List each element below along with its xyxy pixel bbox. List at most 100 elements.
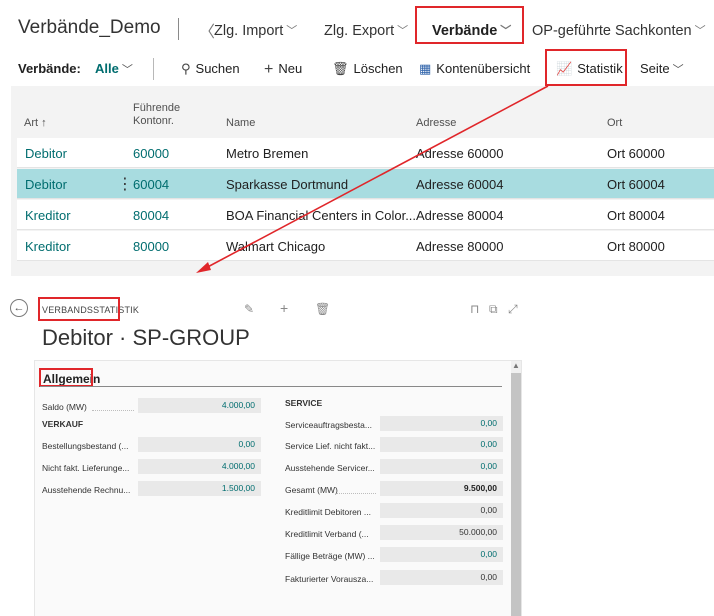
column-header-konto[interactable]: Führende Kontonr. xyxy=(133,102,180,128)
column-header-konto-line1: Führende xyxy=(133,102,181,114)
filter-label: Verbände: xyxy=(18,61,81,76)
plus-icon: + xyxy=(264,61,274,78)
cell-name: Sparkasse Dortmund xyxy=(226,177,349,192)
highlight-box-allgemein xyxy=(39,368,93,387)
highlight-box-caption xyxy=(38,297,120,321)
cell-ort: Ort 60004 xyxy=(607,177,665,192)
cell-konto[interactable]: 60000 xyxy=(133,146,169,161)
field-value[interactable]: 0,00 xyxy=(380,459,503,474)
search-button[interactable]: ⚲ Suchen xyxy=(181,61,240,77)
field-dots xyxy=(92,410,134,411)
row-actions-icon[interactable]: ⋮ xyxy=(117,174,133,194)
table-row[interactable]: Kreditor 80000 Walmart Chicago Adresse 8… xyxy=(17,231,714,261)
section-header-service: SERVICE xyxy=(285,398,323,408)
back-arrow-icon[interactable]: ← xyxy=(10,299,28,317)
page-menu-button[interactable]: Seite ﹀ xyxy=(640,61,684,77)
cell-ort: Ort 60000 xyxy=(607,146,665,161)
cell-ort: Ort 80004 xyxy=(607,208,665,223)
field-label: Fällige Beträge (MW) ... xyxy=(285,551,375,561)
column-header-adresse[interactable]: Adresse xyxy=(416,117,456,130)
cell-adresse: Adresse 60000 xyxy=(416,146,504,161)
new-button[interactable]: + Neu xyxy=(264,61,302,79)
field-value-total: 9.500,00 xyxy=(380,481,503,496)
field-label: Kreditlimit Debitoren ... xyxy=(285,507,371,517)
cell-art[interactable]: Kreditor xyxy=(25,239,71,254)
scrollbar[interactable]: ▲ xyxy=(511,361,521,616)
field-label: Ausstehende Servicer... xyxy=(285,463,375,473)
statistics-card: ← VERBANDSSTATISTIK ✎ + 🗑 ⊓ ⧉ ⤢ Debitor … xyxy=(0,289,714,616)
column-header-ort[interactable]: Ort xyxy=(607,117,622,130)
grid-header: Art ↑ Führende Kontonr. Name Adresse Ort xyxy=(11,86,714,136)
list-page: Verbände_Demo 〈 Zlg. Import ﹀ Zlg. Export… xyxy=(0,0,714,276)
card-title: Debitor · SP-GROUP xyxy=(42,325,250,350)
delete-button[interactable]: 🗑 Löschen xyxy=(332,61,403,77)
field-value[interactable]: 4.000,00 xyxy=(138,459,261,474)
filter-label-text: Verbände: xyxy=(18,61,81,76)
filter-dropdown[interactable]: Alle ﹀ xyxy=(95,61,133,77)
cell-name: BOA Financial Centers in Color... xyxy=(226,208,417,223)
cell-ort: Ort 80000 xyxy=(607,239,665,254)
field-value: 0,00 xyxy=(380,570,503,585)
scrollbar-thumb[interactable] xyxy=(511,373,521,616)
chevron-down-icon: ﹀ xyxy=(286,25,298,37)
nav-item-label: Zlg. Import xyxy=(214,23,284,39)
cell-art[interactable]: Debitor xyxy=(25,177,67,192)
field-value-saldo[interactable]: 4.000,00 xyxy=(138,398,261,413)
cell-konto[interactable]: 80000 xyxy=(133,239,169,254)
nav-item-zlg-export[interactable]: Zlg. Export ﹀ xyxy=(324,22,408,39)
bookmark-icon[interactable]: ⊓ xyxy=(470,302,479,316)
highlight-box-verbaende xyxy=(415,6,524,44)
nav-item-label: OP-geführte Sachkonten xyxy=(532,23,692,39)
page-label: Seite xyxy=(640,61,670,76)
list-grid: Art ↑ Führende Kontonr. Name Adresse Ort… xyxy=(11,86,714,276)
account-overview-button[interactable]: ▦ Kontenübersicht xyxy=(419,61,530,77)
cell-art[interactable]: Kreditor xyxy=(25,208,71,223)
field-value[interactable]: 0,00 xyxy=(380,547,503,562)
cell-konto[interactable]: 60004 xyxy=(133,177,169,192)
field-label: Service Lief. nicht fakt... xyxy=(285,441,376,451)
column-header-konto-line2: Kontonr. xyxy=(133,115,174,127)
table-row[interactable]: Debitor 60000 Metro Bremen Adresse 60000… xyxy=(17,138,714,168)
field-label-saldo: Saldo (MW) xyxy=(42,402,87,412)
chevron-down-icon: ﹀ xyxy=(397,25,409,37)
table-row[interactable]: Kreditor 80004 BOA Financial Centers in … xyxy=(17,200,714,230)
actionbar-separator xyxy=(153,58,154,80)
field-value[interactable]: 0,00 xyxy=(380,437,503,452)
field-label-total: Gesamt (MW) xyxy=(285,485,338,495)
edit-pencil-icon[interactable]: ✎ xyxy=(244,302,254,316)
cell-art[interactable]: Debitor xyxy=(25,146,67,161)
trash-icon: 🗑 xyxy=(332,61,349,76)
search-label: Suchen xyxy=(195,61,240,76)
cell-adresse: Adresse 60004 xyxy=(416,177,504,192)
nav-item-op-sachkonten[interactable]: OP-geführte Sachkonten ﹀ xyxy=(532,22,706,39)
fasttab-divider xyxy=(40,386,502,387)
plus-icon[interactable]: + xyxy=(280,300,288,316)
nav-item-zlg-import[interactable]: Zlg. Import ﹀ xyxy=(214,22,297,39)
expand-icon[interactable]: ⤢ xyxy=(508,302,518,317)
field-value[interactable]: 0,00 xyxy=(138,437,261,452)
column-header-name[interactable]: Name xyxy=(226,117,255,130)
search-icon: ⚲ xyxy=(181,61,191,76)
field-value[interactable]: 1.500,00 xyxy=(138,481,261,496)
field-label: Serviceauftragsbesta... xyxy=(285,420,372,430)
chevron-left-icon[interactable]: 〈 xyxy=(199,18,215,42)
field-label: Fakturierter Vorausza... xyxy=(285,574,374,584)
app-title: Verbände_Demo xyxy=(18,17,161,38)
open-new-window-icon[interactable]: ⧉ xyxy=(489,302,498,317)
trash-icon[interactable]: 🗑 xyxy=(315,302,330,316)
field-label: Bestellungsbestand (... xyxy=(42,441,129,451)
new-label: Neu xyxy=(278,61,303,76)
field-label: Kreditlimit Verband (... xyxy=(285,529,369,539)
cell-konto[interactable]: 80004 xyxy=(133,208,169,223)
nav-separator xyxy=(178,18,179,40)
table-row-selected[interactable]: Debitor ⋮ 60004 Sparkasse Dortmund Adres… xyxy=(17,169,714,199)
chevron-down-icon: ﹀ xyxy=(121,64,133,76)
field-dots xyxy=(337,493,376,494)
field-value[interactable]: 0,00 xyxy=(380,416,503,431)
cell-adresse: Adresse 80000 xyxy=(416,239,504,254)
nav-item-label: Zlg. Export xyxy=(324,23,395,39)
scroll-up-arrow-icon[interactable]: ▲ xyxy=(512,361,520,370)
filter-value: Alle xyxy=(95,61,119,76)
column-header-art[interactable]: Art ↑ xyxy=(24,117,47,130)
field-value: 0,00 xyxy=(380,503,503,518)
